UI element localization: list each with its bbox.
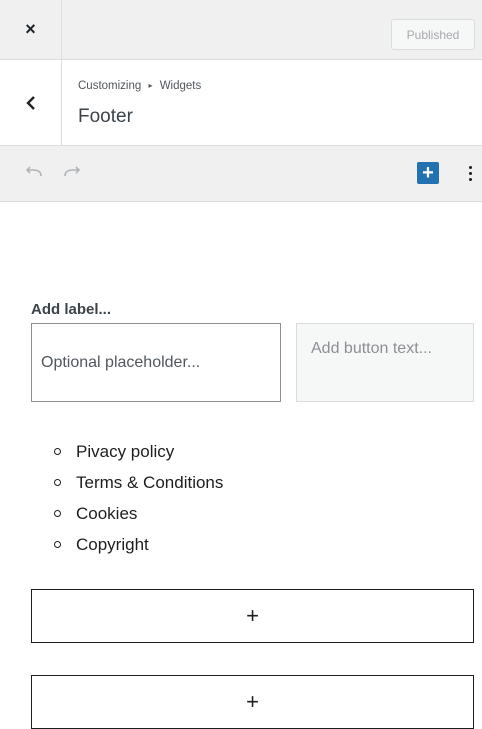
undo-icon[interactable] xyxy=(24,164,44,180)
editor-toolbar: + xyxy=(0,146,482,202)
more-options-icon[interactable] xyxy=(464,160,476,186)
links-list: Pivacy policy Terms & Conditions Cookies… xyxy=(54,437,223,561)
breadcrumb: Customizing ▸ Widgets xyxy=(78,80,201,92)
close-button[interactable]: × xyxy=(0,0,62,59)
list-item[interactable]: Cookies xyxy=(54,499,223,530)
add-block-button[interactable]: + xyxy=(417,162,439,184)
block-appender-button[interactable]: + xyxy=(31,589,474,643)
section-header: Customizing ▸ Widgets Footer xyxy=(0,60,482,146)
search-input[interactable]: Optional placeholder... xyxy=(31,323,281,402)
back-button[interactable] xyxy=(0,60,62,145)
list-item[interactable]: Pivacy policy xyxy=(54,437,223,468)
customizer-topbar: × Published xyxy=(0,0,482,60)
list-item[interactable]: Terms & Conditions xyxy=(54,468,223,499)
list-item[interactable]: Copyright xyxy=(54,530,223,561)
search-label[interactable]: Add label... xyxy=(31,301,111,318)
chevron-left-icon xyxy=(25,95,35,110)
search-button-text[interactable]: Add button text... xyxy=(296,323,474,402)
page-title: Footer xyxy=(78,106,133,127)
close-icon: × xyxy=(25,19,36,39)
breadcrumb-current: Widgets xyxy=(159,80,202,92)
breadcrumb-parent: Customizing xyxy=(78,80,142,92)
breadcrumb-separator-icon: ▸ xyxy=(148,81,153,90)
published-button[interactable]: Published xyxy=(391,19,475,50)
block-appender-button[interactable]: + xyxy=(31,675,474,729)
redo-icon[interactable] xyxy=(62,164,82,180)
